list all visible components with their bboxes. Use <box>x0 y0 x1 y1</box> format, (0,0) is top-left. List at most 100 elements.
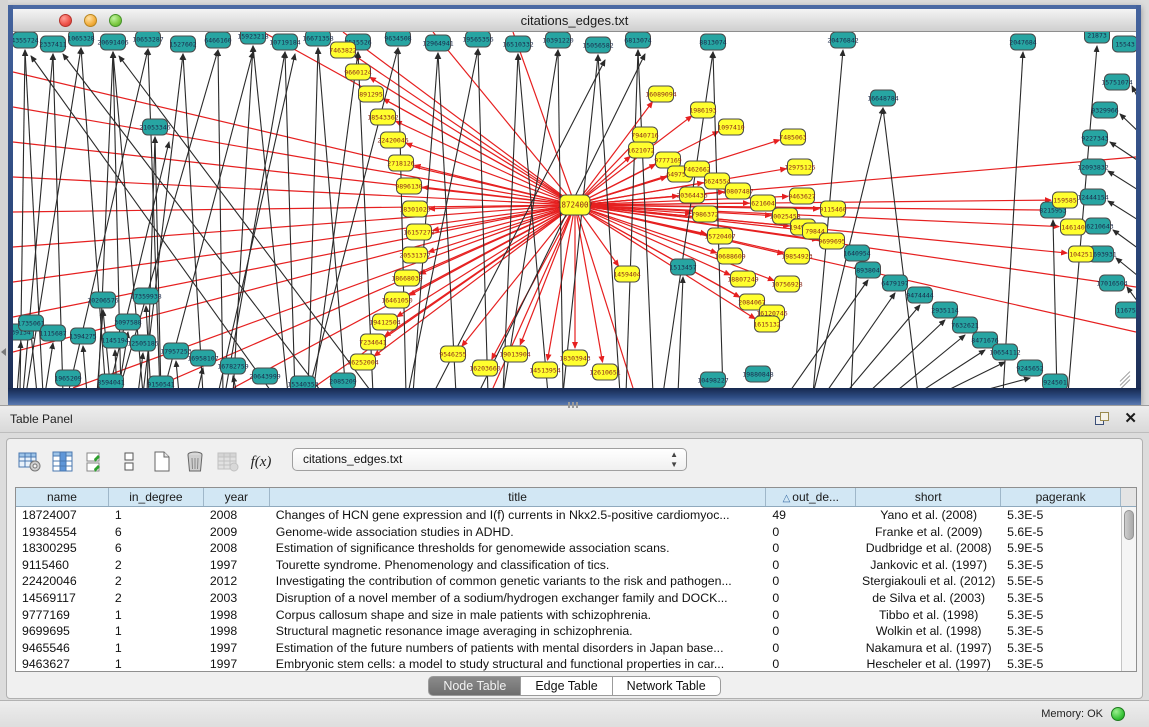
graph-node[interactable]: 7632621 <box>951 317 978 333</box>
table-cell[interactable]: 9699695 <box>16 623 109 640</box>
table-cell[interactable]: Estimation of the future numbers of pati… <box>270 640 767 657</box>
graph-node[interactable]: 621604 <box>751 195 776 211</box>
citation-edge-black[interactable] <box>1003 52 1023 388</box>
graph-node[interactable]: 9546255 <box>439 346 466 362</box>
graph-node[interactable]: 18668039 <box>391 270 422 286</box>
graph-node[interactable]: 16648784 <box>867 90 898 106</box>
table-cell[interactable]: Dudbridge et al. (2008) <box>856 540 1001 557</box>
table-cell[interactable]: 2008 <box>204 540 270 557</box>
graph-node[interactable]: 1145194 <box>101 332 128 348</box>
graph-node[interactable]: 9896130 <box>395 178 422 194</box>
citation-edge-black[interactable] <box>678 277 683 388</box>
column-header-out_de[interactable]: △out_de... <box>766 488 856 506</box>
graph-node[interactable]: 9329966 <box>1091 102 1118 118</box>
graph-node[interactable]: 924501 <box>1043 374 1068 388</box>
citation-edge-black[interactable] <box>285 52 295 388</box>
column-header-in_degree[interactable]: in_degree <box>109 488 204 506</box>
graph-node[interactable]: 1621072 <box>627 142 654 158</box>
graph-node[interactable]: 2337411 <box>39 36 66 52</box>
citation-edge-black[interactable] <box>1053 220 1057 388</box>
table-cell[interactable]: Jankovic et al. (1997) <box>856 557 1001 574</box>
graph-node[interactable]: 19412504 <box>369 314 400 330</box>
graph-node[interactable]: 104251 <box>1069 246 1094 262</box>
column-header-pagerank[interactable]: pagerank <box>1001 488 1121 506</box>
table-cell[interactable]: 22420046 <box>16 573 109 590</box>
row-selection-icon[interactable] <box>81 448 111 476</box>
table-cell[interactable]: Hescheler et al. (1997) <box>856 656 1001 671</box>
citation-edge-red[interactable] <box>13 177 575 205</box>
citation-edge-black[interactable] <box>558 50 563 388</box>
graph-node[interactable]: 7234641 <box>359 334 386 350</box>
table-cell[interactable]: 1 <box>109 507 204 524</box>
panel-divider-grip[interactable] <box>568 402 580 408</box>
float-panel-icon[interactable] <box>1095 412 1111 427</box>
graph-node[interactable]: 22420046 <box>377 132 408 148</box>
table-cell[interactable]: 5.6E-5 <box>1001 524 1121 541</box>
table-cell[interactable]: 1998 <box>204 607 270 624</box>
citation-edge-black[interactable] <box>851 263 857 388</box>
table-cell[interactable]: 2008 <box>204 507 270 524</box>
citation-edge-black[interactable] <box>176 361 179 388</box>
graph-node[interactable]: 16782759 <box>217 358 248 374</box>
table-cell[interactable]: 19384554 <box>16 524 109 541</box>
table-cell[interactable]: 1997 <box>204 656 270 671</box>
table-cell[interactable]: 2 <box>109 573 204 590</box>
new-table-icon[interactable] <box>147 448 177 476</box>
tab-network-table[interactable]: Network Table <box>613 676 721 696</box>
graph-node[interactable]: 2935114 <box>931 302 958 318</box>
table-cell[interactable]: 0 <box>766 540 856 557</box>
table-row[interactable]: 2242004622012Investigating the contribut… <box>16 573 1121 590</box>
table-settings-icon[interactable] <box>15 448 45 476</box>
citation-edge-black[interactable] <box>825 293 895 388</box>
graph-node[interactable]: 146140 <box>1061 219 1086 235</box>
tab-node-table[interactable]: Node Table <box>428 676 521 696</box>
table-cell[interactable]: 2003 <box>204 590 270 607</box>
graph-node[interactable]: 16157278 <box>403 224 434 240</box>
table-cell[interactable]: Nakamura et al. (1997) <box>856 640 1001 657</box>
citation-edge-black[interactable] <box>218 50 223 388</box>
table-cell[interactable]: 1997 <box>204 557 270 574</box>
citation-edge-black[interactable] <box>183 54 203 388</box>
citation-edge-black[interactable] <box>1068 46 1097 388</box>
table-cell[interactable]: 5.3E-5 <box>1001 640 1121 657</box>
graph-node[interactable]: 18303943 <box>559 350 590 366</box>
table-cell[interactable]: 1 <box>109 640 204 657</box>
citation-edge-red[interactable] <box>13 72 575 205</box>
graph-node[interactable]: 9660124 <box>344 64 371 80</box>
graph-node[interactable]: 18807249 <box>727 271 758 287</box>
graph-node[interactable]: 10756928 <box>771 276 802 292</box>
table-row[interactable]: 911546021997Tourette syndrome. Phenomeno… <box>16 557 1121 574</box>
graph-node[interactable]: 10654112 <box>989 344 1020 360</box>
graph-node[interactable]: 7986372 <box>691 206 718 222</box>
citation-edge-black[interactable] <box>438 53 456 388</box>
table-cell[interactable]: 0 <box>766 557 856 574</box>
graph-node[interactable]: 18301020 <box>399 201 430 217</box>
graph-node[interactable]: 21053346 <box>139 119 170 135</box>
close-panel-icon[interactable]: ✕ <box>1124 411 1137 427</box>
table-cell[interactable]: 2 <box>109 590 204 607</box>
graph-node[interactable]: 2047684 <box>1009 34 1036 50</box>
table-cell[interactable]: 1998 <box>204 623 270 640</box>
table-cell[interactable]: 0 <box>766 623 856 640</box>
table-cell[interactable]: 5.5E-5 <box>1001 573 1121 590</box>
table-cell[interactable]: Investigating the contribution of common… <box>270 573 767 590</box>
table-cell[interactable]: 2012 <box>204 573 270 590</box>
citation-edge-black[interactable] <box>433 60 605 388</box>
citation-edge-black[interactable] <box>970 378 1030 388</box>
table-cell[interactable]: Tibbo et al. (1998) <box>856 607 1001 624</box>
table-cell[interactable]: 5.3E-5 <box>1001 507 1121 524</box>
function-builder-icon[interactable]: f(x) <box>246 448 276 476</box>
graph-node[interactable]: 12444154 <box>1077 189 1108 205</box>
graph-node[interactable]: 9699695 <box>818 233 845 249</box>
table-row[interactable]: 1872400712008Changes of HCN gene express… <box>16 507 1121 524</box>
table-scrollbar[interactable] <box>1121 507 1136 671</box>
graph-node[interactable]: 19854923 <box>781 248 812 264</box>
graph-node[interactable]: 8594041 <box>97 374 124 388</box>
graph-node[interactable]: 16089094 <box>645 86 676 102</box>
graph-node[interactable]: 10807487 <box>722 183 753 199</box>
graph-node[interactable]: 1115687 <box>39 325 66 341</box>
table-cell[interactable]: 1 <box>109 607 204 624</box>
table-cell[interactable]: 9463627 <box>16 656 109 671</box>
table-cell[interactable]: 9115460 <box>16 557 109 574</box>
citation-edge-red[interactable] <box>13 107 575 205</box>
